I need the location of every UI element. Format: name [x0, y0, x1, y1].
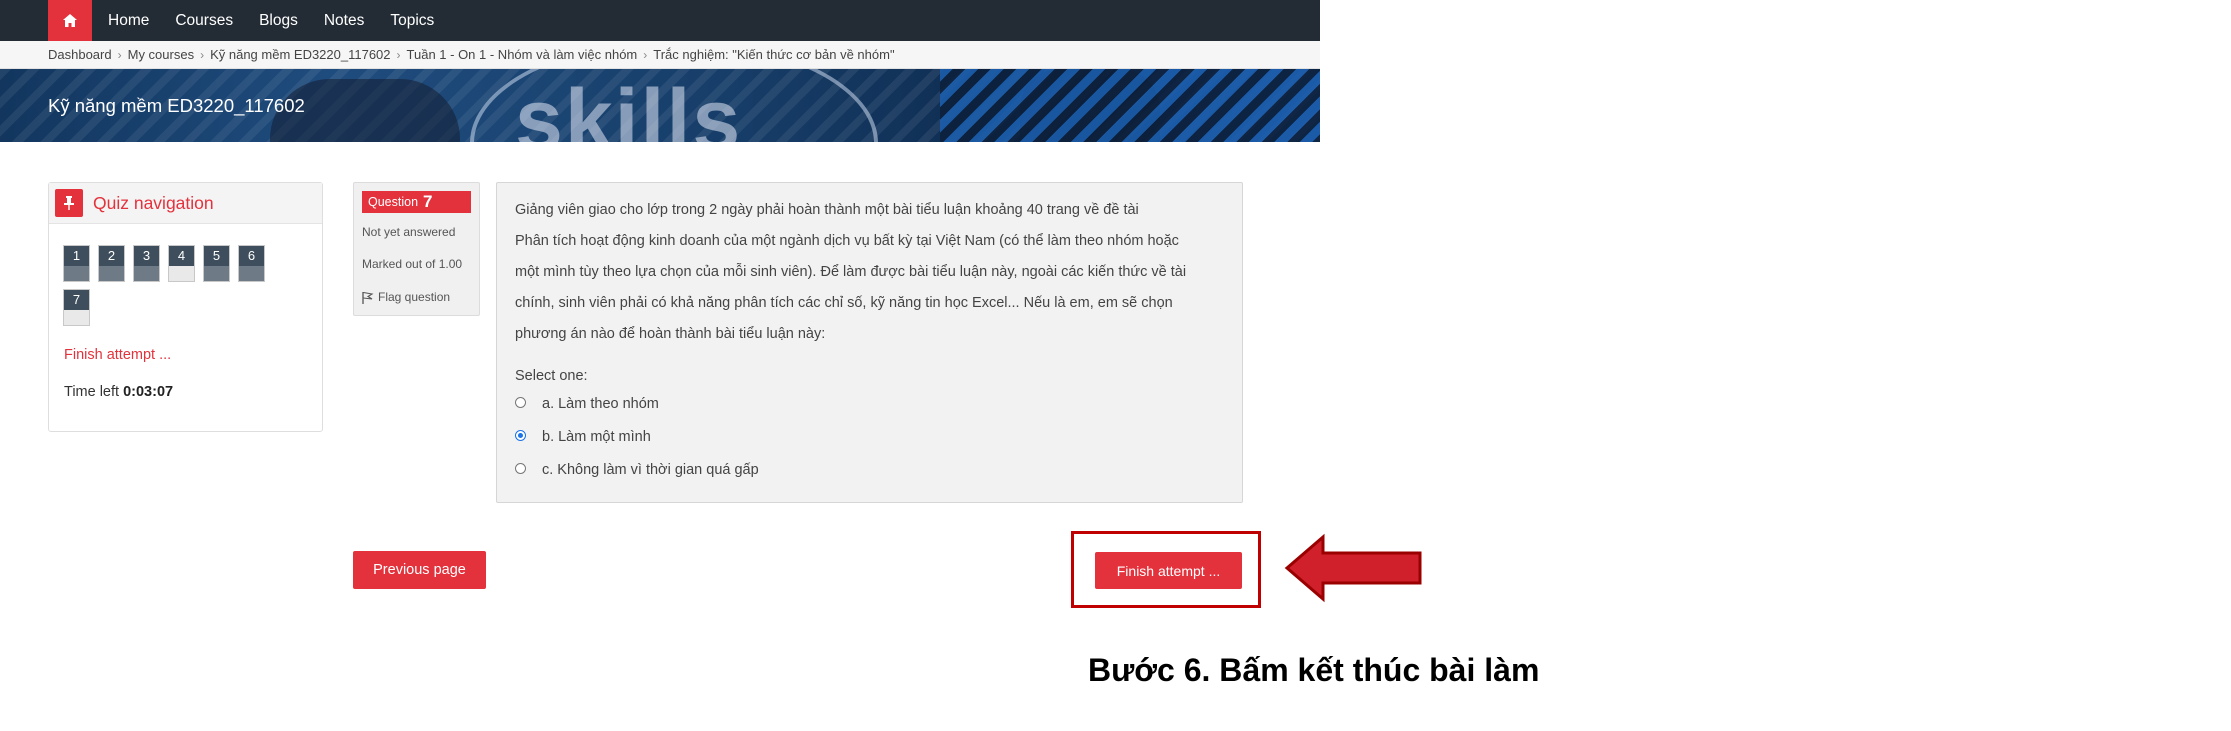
question-info: Question 7 Not yet answered Marked out o… — [353, 182, 480, 316]
question-text-line: phương án nào để hoàn thành bài tiểu luậ… — [515, 326, 826, 342]
radio-button[interactable] — [515, 397, 526, 408]
dock-button[interactable] — [55, 189, 83, 217]
answer-option-label: c. Không làm vì thời gian quá gấp — [542, 462, 759, 478]
banner-art-text: skills — [515, 72, 743, 142]
question-text-line: Phân tích hoạt động kinh doanh của một n… — [515, 233, 1179, 249]
breadcrumb-course[interactable]: Kỹ năng mềm ED3220_117602 — [210, 47, 390, 62]
course-banner: skills Kỹ năng mềm ED3220_117602 — [0, 69, 1320, 142]
answer-option-c[interactable]: c. Không làm vì thời gian quá gấp — [515, 462, 759, 478]
course-title: Kỹ năng mềm ED3220_117602 — [48, 95, 305, 116]
radio-button-selected[interactable] — [515, 430, 526, 441]
quiz-navigation-title: Quiz navigation — [93, 192, 214, 213]
flag-question-label: Flag question — [378, 290, 451, 304]
breadcrumb-dashboard[interactable]: Dashboard — [48, 47, 112, 62]
question-button-number: 6 — [239, 246, 264, 266]
top-navbar: Home Courses Blogs Notes Topics — [0, 0, 1320, 41]
question-button-number: 2 — [99, 246, 124, 266]
question-grade: Marked out of 1.00 — [362, 257, 463, 271]
breadcrumb: Dashboard › My courses › Kỹ năng mềm ED3… — [0, 41, 1320, 69]
nav-blogs[interactable]: Blogs — [259, 12, 298, 30]
question-button-5[interactable]: 5 — [203, 245, 230, 282]
time-left-value: 0:03:07 — [123, 384, 174, 400]
question-button-1[interactable]: 1 — [63, 245, 90, 282]
radio-button[interactable] — [515, 463, 526, 474]
nav-courses[interactable]: Courses — [175, 12, 233, 30]
question-button-number: 7 — [64, 290, 89, 310]
banner-stripes — [940, 69, 1320, 142]
answer-option-b[interactable]: b. Làm một mình — [515, 429, 651, 445]
time-left: Time left 0:03:07 — [64, 384, 173, 400]
finish-attempt-button[interactable]: Finish attempt ... — [1095, 552, 1242, 589]
question-text-line: chính, sinh viên phải có khả năng phân t… — [515, 295, 1173, 311]
question-button-2[interactable]: 2 — [98, 245, 125, 282]
home-icon — [63, 14, 77, 27]
question-button-number: 1 — [64, 246, 89, 266]
quiz-navigation-header: Quiz navigation — [49, 183, 322, 224]
question-label: Question — [368, 195, 419, 209]
step-caption: Bước 6. Bấm kết thúc bài làm — [1088, 652, 1540, 688]
answer-option-label: b. Làm một mình — [542, 429, 651, 445]
previous-page-button[interactable]: Previous page — [353, 551, 486, 589]
quiz-navigation-block: Quiz navigation 1 2 3 4 5 6 7 Finish att… — [48, 182, 323, 432]
home-button[interactable] — [48, 0, 92, 41]
flag-icon — [362, 291, 374, 304]
nav-topics[interactable]: Topics — [390, 12, 434, 30]
question-button-7[interactable]: 7 — [63, 289, 90, 326]
pointer-arrow-icon — [1284, 533, 1422, 603]
breadcrumb-separator-icon: › — [643, 47, 648, 62]
breadcrumb-separator-icon: › — [200, 47, 205, 62]
question-state: Not yet answered — [362, 225, 456, 239]
breadcrumb-separator-icon: › — [396, 47, 401, 62]
breadcrumb-my-courses[interactable]: My courses — [128, 47, 194, 62]
answer-option-label: a. Làm theo nhóm — [542, 396, 659, 412]
answer-option-a[interactable]: a. Làm theo nhóm — [515, 396, 659, 412]
flag-question-button[interactable]: Flag question — [362, 290, 450, 304]
question-button-3[interactable]: 3 — [133, 245, 160, 282]
question-text-line: Giảng viên giao cho lớp trong 2 ngày phả… — [515, 202, 1139, 218]
time-left-label: Time left — [64, 384, 120, 400]
nav-notes[interactable]: Notes — [324, 12, 365, 30]
question-text-line: một mình tùy theo lựa chọn của mỗi sinh … — [515, 264, 1187, 280]
breadcrumb-section[interactable]: Tuần 1 - On 1 - Nhóm và làm việc nhóm — [407, 47, 638, 62]
question-button-6[interactable]: 6 — [238, 245, 265, 282]
select-one-label: Select one: — [515, 368, 588, 384]
nav-home[interactable]: Home — [108, 12, 149, 30]
question-content: Giảng viên giao cho lớp trong 2 ngày phả… — [496, 182, 1243, 503]
question-button-number: 5 — [204, 246, 229, 266]
question-button-number: 4 — [169, 246, 194, 266]
question-number-badge: Question 7 — [362, 191, 471, 213]
question-button-number: 3 — [134, 246, 159, 266]
finish-attempt-link[interactable]: Finish attempt ... — [64, 347, 171, 363]
question-button-4[interactable]: 4 — [168, 245, 195, 282]
question-text: Giảng viên giao cho lớp trong 2 ngày phả… — [515, 195, 1225, 350]
pin-icon — [64, 196, 74, 210]
breadcrumb-separator-icon: › — [117, 47, 122, 62]
breadcrumb-quiz[interactable]: Trắc nghiệm: "Kiến thức cơ bản về nhóm" — [653, 47, 894, 62]
question-number: 7 — [423, 192, 433, 211]
